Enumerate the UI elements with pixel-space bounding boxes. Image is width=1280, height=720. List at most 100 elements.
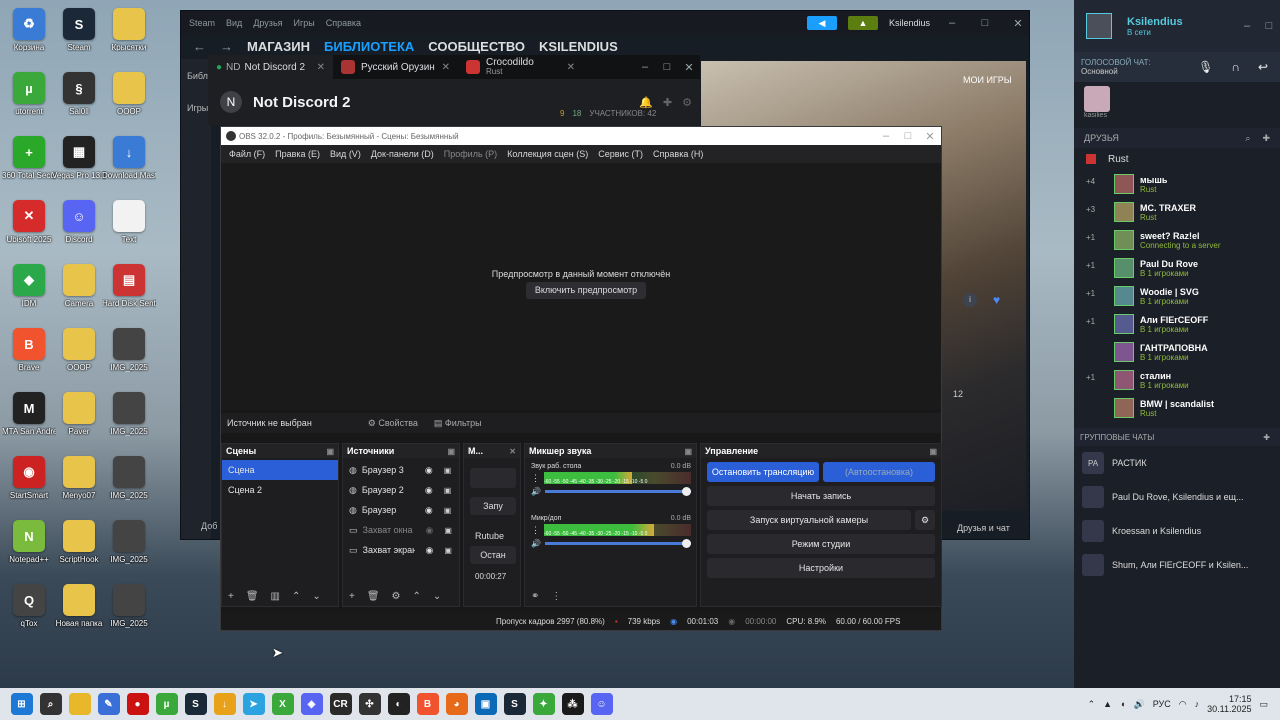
close-icon[interactable]: ✕ [1007,17,1029,30]
chevron-up-icon[interactable]: ⌃ [1088,699,1096,710]
scene-item[interactable]: Сцена [222,460,338,480]
back-icon[interactable]: ← [193,39,206,54]
desktop-icon[interactable]: Новая папка [55,584,103,628]
lock-icon[interactable]: ▣ [444,486,452,495]
desktop-icon[interactable]: IMG_2025 [105,584,153,628]
desktop-icon[interactable]: ▦ Vegas Pro 13.0 (64-bit) [52,136,106,180]
friend-item[interactable]: +1 Woodie | SVG В 1 игроками [1074,282,1280,310]
puzzle-icon[interactable]: ✦ [532,693,555,715]
desktop-icon[interactable]: Крысятки [105,8,153,52]
audio-icon[interactable]: ◖ [1120,699,1125,709]
add-group-icon[interactable]: ✚ [1263,433,1270,442]
friends-chat-link[interactable]: Друзья и чат [957,523,1010,533]
keyboard-lang[interactable]: РУС [1153,699,1171,709]
desktop-icon[interactable]: Text [105,200,153,244]
settings-button[interactable]: Настройки [707,558,935,578]
menu-edit[interactable]: Правка (E) [275,149,320,159]
dots-icon[interactable]: ⁂ [561,693,584,715]
server-avatar[interactable]: N [220,91,242,113]
speaker-icon[interactable]: 🔊 [531,487,541,496]
minimize-icon[interactable]: – [941,17,963,29]
eye-icon[interactable]: ◉ [426,545,434,556]
filter-icon[interactable]: ▥ [271,591,280,602]
speaker-icon[interactable]: 🔊 [1133,699,1144,710]
steam-icon[interactable]: S [184,693,207,715]
dock-undock-icon[interactable]: ▣ [929,447,937,456]
filters-button[interactable]: ▤ Фильтры [434,418,482,429]
maximize-icon[interactable]: □ [656,61,678,73]
menu-docks[interactable]: Док-панели (D) [371,149,434,159]
menu-scene-collection[interactable]: Коллекция сцен (S) [507,149,588,159]
eye-icon[interactable]: ◉ [425,465,433,476]
desktop-icon[interactable]: ScriptHook [55,520,103,564]
friend-item[interactable]: BMW | scandalist Rust [1074,394,1280,422]
desktop-icon[interactable]: IMG_2025 [105,328,153,372]
discord-icon[interactable]: ☺ [590,693,613,715]
close-icon[interactable]: ✕ [509,447,516,456]
source-item[interactable]: ◍ Браузер 3 ◉ ▣ [343,460,459,480]
menu-icon[interactable]: ⋮ [531,525,540,536]
nav-community[interactable]: СООБЩЕСТВО [428,39,525,54]
trash-icon[interactable]: 🗑 [246,591,259,602]
maximize-icon[interactable]: □ [974,17,996,29]
desktop-icon[interactable]: µ utorrent [5,72,53,116]
add-icon[interactable]: + [228,591,234,602]
settings-icon[interactable]: ⚙ [392,591,401,602]
minimize-icon[interactable]: – [1236,20,1258,32]
volume-icon[interactable]: ♪ [1195,699,1200,709]
desktop-icon[interactable]: ♻ Корзина [5,8,53,52]
lock-icon[interactable]: ▣ [444,466,452,475]
bell-icon[interactable]: 🔔 [639,96,653,109]
desktop-icon[interactable]: Paver [55,392,103,436]
volume-slider[interactable] [544,487,691,496]
friend-item[interactable]: +1 Али FlErCEOFF В 1 игроками [1074,310,1280,338]
pin-icon[interactable]: ✚ [663,96,672,109]
record-icon[interactable]: ● [126,693,149,715]
firefox-icon[interactable]: ◕ [445,693,468,715]
info-icon[interactable]: i [963,293,977,307]
desktop-icon[interactable]: ОООР [105,72,153,116]
desktop-icon[interactable]: ✕ Ubisoft 2025 [5,200,53,244]
download-icon[interactable]: ↓ [213,693,236,715]
eye-icon[interactable]: ◉ [425,505,433,516]
add-icon[interactable]: + [349,591,355,602]
discord-alt-icon[interactable]: ◈ [300,693,323,715]
source-item[interactable]: ◍ Браузер ◉ ▣ [343,500,459,520]
close-icon[interactable]: ✕ [442,62,450,73]
friend-item[interactable]: ГАНТРАПОВНА В 1 игроками [1074,338,1280,366]
friend-item[interactable]: +4 мышь Rust [1074,170,1280,198]
desktop-icon[interactable]: IMG_2025 [105,392,153,436]
friend-item[interactable]: +1 Paul Du Rove В 1 игроками [1074,254,1280,282]
desktop-icon[interactable]: IMG_2025 [105,520,153,564]
start-icon[interactable]: ⊞ [10,693,33,715]
steam-menu-4[interactable]: Справка [326,18,361,28]
hub-icon[interactable]: ✣ [358,693,381,715]
nav-profile[interactable]: KSILENDIUS [539,39,618,54]
gear-icon[interactable]: ⚙ [915,510,935,530]
friend-item[interactable]: +3 MC. TRAXER Rust [1074,198,1280,226]
avatar[interactable] [1086,13,1112,39]
group-chat-item[interactable]: PA РАСТИК [1074,446,1280,480]
discord-tab-2[interactable]: Русский Орузин ✕ [333,55,458,79]
desktop-icon[interactable]: IMG_2025 [105,456,153,500]
desktop-icon[interactable]: ◉ StartSmart [5,456,53,500]
close-icon[interactable]: ✕ [678,61,700,74]
auto-stop-button[interactable]: (Автоостановка) [823,462,935,482]
wifi-icon[interactable]: ◠ [1179,699,1187,710]
search-icon[interactable]: ⌕ [1245,133,1250,144]
clock[interactable]: 17:15 30.11.2025 [1207,694,1251,714]
menu-profile[interactable]: Профиль (P) [444,149,497,159]
menu-tools[interactable]: Сервис (T) [598,149,643,159]
my-games-label[interactable]: МОИ ИГРЫ [963,75,1012,85]
down-icon[interactable]: ⌄ [433,591,441,602]
desktop-icon[interactable]: B Brave [5,328,53,372]
slider-handle[interactable] [682,539,691,548]
explorer-icon[interactable] [68,693,91,715]
dock-undock-icon[interactable]: ▣ [447,447,455,456]
eye-icon[interactable]: ◉ [425,485,433,496]
steam-user[interactable]: Ksilendius [889,18,930,28]
steam-2-icon[interactable]: S [503,693,526,715]
friends-panel[interactable]: Ksilendius В сети – □ ГОЛОСОВОЙ ЧАТ: Осн… [1074,0,1280,688]
friend-item[interactable]: +1 sweet? Raz!el Connecting to a server [1074,226,1280,254]
obs-window[interactable]: OBS 32.0.2 - Профиль: Безымянный - Сцены… [220,126,942,631]
